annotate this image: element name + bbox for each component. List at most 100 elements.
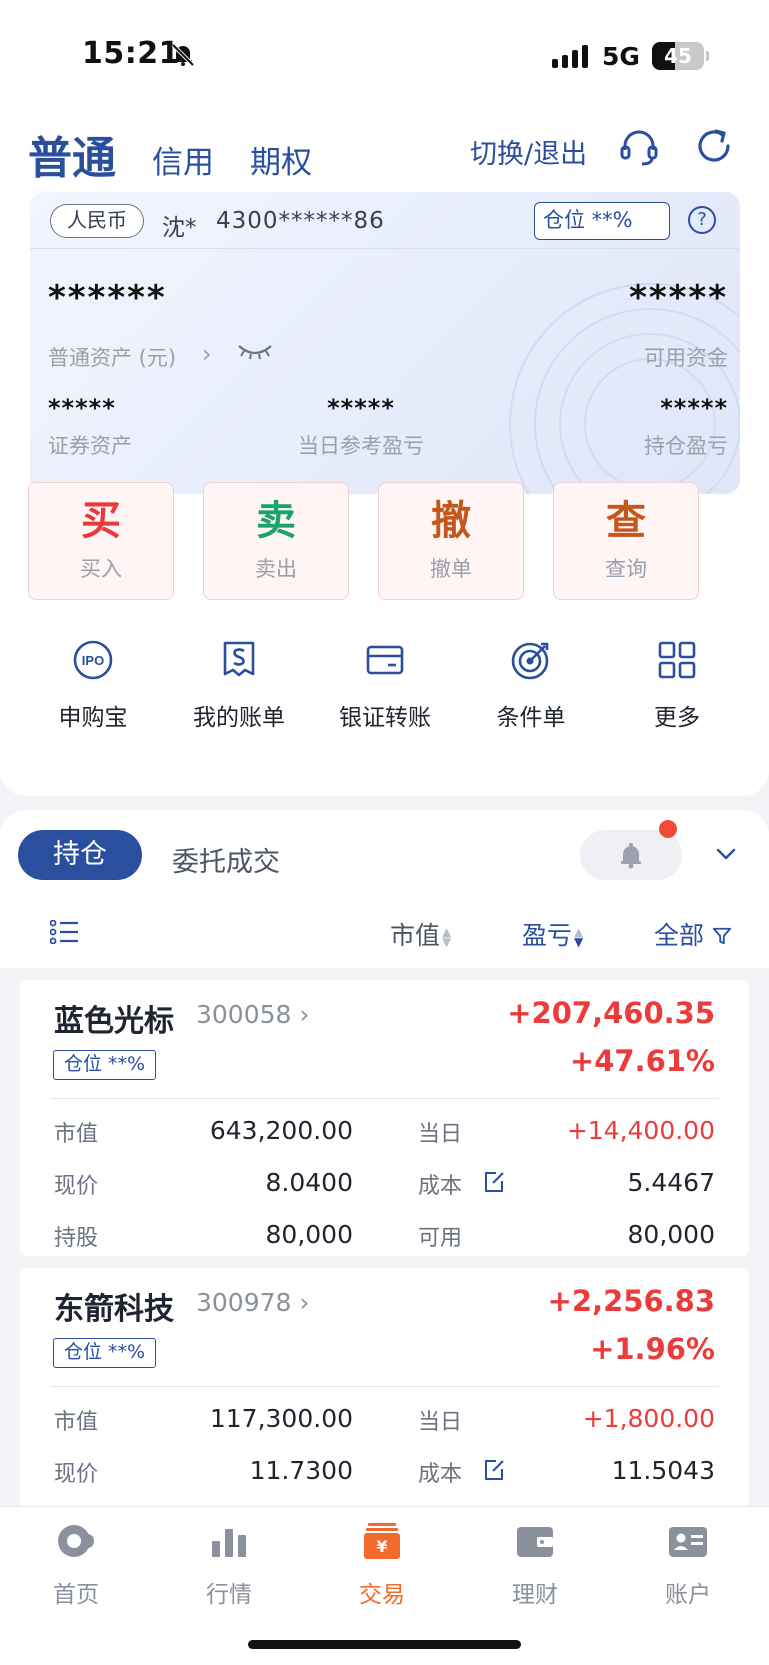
shortcut-label: 银证转账: [339, 705, 431, 731]
mute-bell-icon: [171, 43, 195, 67]
available-funds-value: *****: [629, 278, 728, 318]
edit-icon[interactable]: [482, 1170, 506, 1194]
stock-name: 蓝色光标: [54, 1004, 174, 1039]
eye-closed-icon[interactable]: [236, 340, 274, 364]
shortcut-label: 申购宝: [58, 705, 128, 731]
shortcut-label: 更多: [654, 705, 700, 731]
nav-label: 理财: [512, 1582, 558, 1608]
nav-label: 交易: [359, 1582, 405, 1608]
switch-logout-link[interactable]: 切换/退出: [470, 132, 587, 171]
stock-code: 300058 ›: [196, 1000, 309, 1029]
cancel-order-button[interactable]: 撤 撤单: [378, 482, 524, 600]
stat-label: 持仓盈亏: [644, 434, 728, 458]
shortcut-bill[interactable]: 我的账单: [166, 638, 312, 732]
total-assets-label[interactable]: 普通资产 (元): [48, 342, 176, 372]
card-icon: [366, 645, 404, 675]
currency-badge: 人民币: [50, 204, 144, 238]
target-icon: [511, 642, 549, 680]
detail-value: 11.7300: [249, 1456, 353, 1485]
nav-label: 首页: [53, 1582, 99, 1608]
home-icon: [58, 1525, 94, 1557]
tab-normal[interactable]: 普通: [28, 122, 116, 186]
daily-pl-stat: ***** 当日参考盈亏: [298, 394, 424, 460]
chevron-right-icon: ›: [299, 1000, 310, 1029]
nav-wealth[interactable]: 理财: [475, 1519, 595, 1609]
stock-name: 东箭科技: [54, 1292, 174, 1327]
position-pl: +2,256.83: [547, 1284, 715, 1318]
detail-row: 市值 117,300.00 当日 +1,800.00: [20, 1404, 749, 1444]
detail-row: 现价 11.7300 成本 11.5043: [20, 1456, 749, 1496]
detail-value: +1,800.00: [582, 1404, 715, 1433]
position-pl: +207,460.35: [507, 996, 715, 1030]
detail-row: 现价 8.0400 成本 5.4467: [20, 1168, 749, 1208]
query-char: 查: [606, 498, 646, 544]
svg-text:IPO: IPO: [82, 653, 104, 668]
divider: [50, 1386, 719, 1387]
detail-key: 现价: [54, 1174, 99, 1199]
trade-icon: ¥: [364, 1523, 400, 1559]
detail-value: 11.5043: [611, 1456, 715, 1485]
grid-icon: [658, 641, 696, 679]
divider: [50, 1098, 719, 1099]
detail-key: 现价: [54, 1462, 99, 1487]
position-card[interactable]: 蓝色光标 300058 › +207,460.35 +47.61% 仓位 **%…: [20, 980, 749, 1256]
asset-summary-panel: 人民币 沈* 4300******86 仓位 **% ? ****** ****…: [30, 192, 740, 494]
position-ratio-badge[interactable]: 仓位 **%: [534, 202, 670, 240]
sell-label: 卖出: [255, 557, 297, 581]
holdings-section: 持仓 委托成交 市值 ▲ ▼ 盈亏 ▲ ▼ 全部 蓝色光标 300058 › +…: [0, 810, 769, 1568]
chevron-right-icon: ›: [299, 1288, 310, 1317]
refresh-icon[interactable]: [694, 126, 734, 166]
help-icon[interactable]: ?: [688, 206, 716, 234]
stat-label: 证券资产: [48, 434, 132, 458]
nav-home[interactable]: 首页: [16, 1519, 136, 1609]
cancel-char: 撤: [431, 498, 471, 544]
bell-icon: [621, 843, 641, 869]
detail-key: 当日: [418, 1122, 463, 1147]
shortcut-ipo[interactable]: IPO 申购宝: [20, 638, 166, 732]
market-icon: [212, 1529, 246, 1557]
sell-button[interactable]: 卖 卖出: [203, 482, 349, 600]
shortcut-bank-transfer[interactable]: 银证转账: [312, 638, 458, 732]
buy-button[interactable]: 买 买入: [28, 482, 174, 600]
tab-orders-trades[interactable]: 委托成交: [172, 840, 280, 879]
signal-icon: [552, 44, 588, 68]
position-pl-percent: +47.61%: [569, 1044, 715, 1078]
tab-holdings[interactable]: 持仓: [18, 830, 142, 880]
trade-actions: 买 买入 卖 卖出 撤 撤单 查 查询: [28, 482, 699, 600]
shortcut-more[interactable]: 更多: [604, 638, 750, 732]
divider: [30, 248, 740, 249]
detail-value: 80,000: [265, 1220, 353, 1249]
position-pl-percent: +1.96%: [590, 1332, 715, 1366]
nav-market[interactable]: 行情: [169, 1519, 289, 1609]
sort-pl[interactable]: 盈亏 ▲ ▼: [522, 916, 583, 952]
nav-trade[interactable]: ¥ 交易: [322, 1519, 442, 1609]
detail-row: 持股 80,000 可用 80,000: [20, 1220, 749, 1260]
headset-icon[interactable]: [618, 126, 660, 168]
shortcut-row: IPO 申购宝 我的账单 银证转账 条件单 更多: [20, 638, 750, 732]
home-indicator: [248, 1640, 521, 1649]
account-card: 普通 信用 期权 切换/退出 人民币 沈* 4300******86 仓位 **…: [0, 110, 769, 796]
filter-all[interactable]: 全部: [654, 916, 732, 952]
ipo-icon: IPO: [73, 640, 113, 680]
shortcut-label: 我的账单: [193, 705, 285, 731]
tab-credit[interactable]: 信用: [152, 137, 214, 182]
sort-pl-label: 盈亏: [522, 921, 573, 950]
query-button[interactable]: 查 查询: [553, 482, 699, 600]
stat-value: *****: [327, 394, 395, 422]
stat-value: *****: [48, 394, 116, 422]
edit-icon[interactable]: [482, 1458, 506, 1482]
buy-label: 买入: [80, 557, 122, 581]
sort-market-value[interactable]: 市值 ▲ ▼: [390, 916, 451, 952]
chevron-down-icon[interactable]: [715, 846, 737, 862]
sort-desc-icon: ▲ ▼: [574, 925, 584, 949]
sell-char: 卖: [256, 498, 296, 544]
positions-list: 蓝色光标 300058 › +207,460.35 +47.61% 仓位 **%…: [0, 968, 769, 1568]
shortcut-conditional-order[interactable]: 条件单: [458, 638, 604, 732]
nav-account[interactable]: 账户: [628, 1519, 748, 1609]
list-view-icon[interactable]: [50, 920, 80, 944]
filter-icon: [712, 927, 732, 945]
nav-label: 账户: [665, 1582, 711, 1608]
status-time: 15:21: [82, 36, 180, 71]
chevron-right-icon[interactable]: ›: [202, 340, 212, 368]
tab-options[interactable]: 期权: [250, 137, 312, 182]
